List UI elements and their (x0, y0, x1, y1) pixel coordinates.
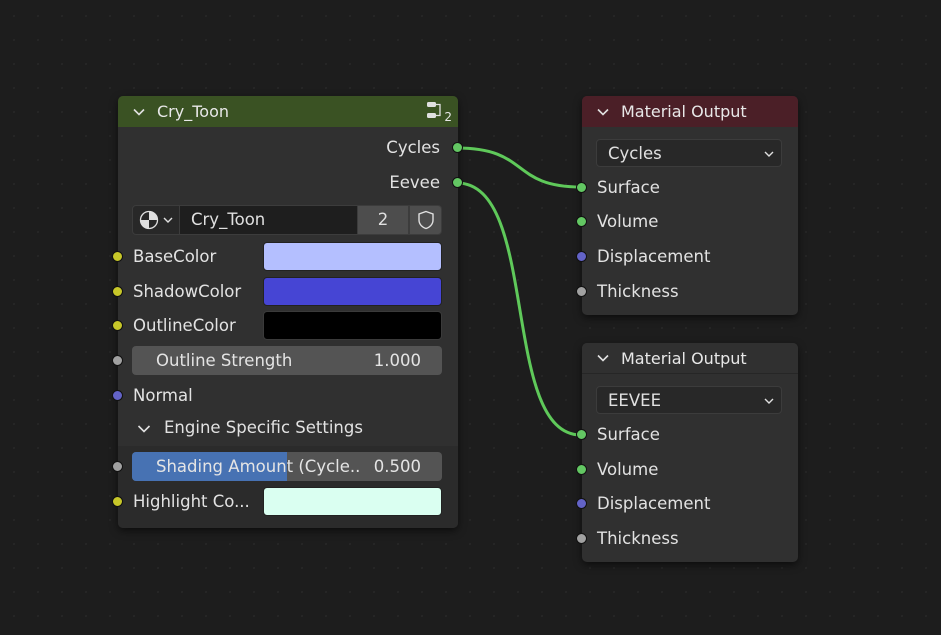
target-value: Cycles (608, 143, 662, 163)
outline-strength-value: 1.000 (373, 351, 421, 370)
link-eevee-to-surface (456, 181, 582, 437)
input-socket-displacement[interactable] (576, 498, 587, 509)
node-title: Cry_Toon (157, 102, 229, 121)
group-node-header[interactable]: Cry_Toon 2 (118, 96, 458, 127)
target-value: EEVEE (608, 390, 661, 410)
highlight-color-swatch[interactable] (263, 487, 442, 516)
chevron-down-icon[interactable] (133, 106, 145, 118)
material-sphere-icon (139, 210, 159, 230)
group-node-cry-toon[interactable]: Cry_Toon 2 Cycles Eevee Cry_Toon 2 BaseC… (112, 96, 463, 528)
input-socket-surface[interactable] (576, 182, 587, 193)
outline-color-swatch[interactable] (263, 311, 442, 340)
shadow-color-swatch[interactable] (263, 277, 442, 306)
displacement-label: Displacement (597, 247, 711, 266)
input-socket-thickness[interactable] (576, 533, 587, 544)
user-count-badge: 2 (444, 110, 452, 124)
panel-body: Shading Amount (Cycle... 0.500 Highlight… (112, 446, 458, 528)
material-browse-button[interactable] (132, 205, 180, 235)
datablock-name: Cry_Toon (191, 210, 266, 229)
input-socket-shading-amount[interactable] (112, 461, 123, 472)
input-socket-highlight-color[interactable] (112, 496, 123, 507)
output-socket-eevee[interactable] (452, 177, 463, 188)
datablock-name-field[interactable]: Cry_Toon (180, 205, 357, 235)
shield-icon (417, 210, 434, 230)
outline-color-label: OutlineColor (133, 316, 236, 335)
shading-amount-value: 0.500 (373, 457, 421, 476)
output-socket-cycles[interactable] (452, 142, 463, 153)
chevron-down-icon (764, 398, 774, 404)
chevron-down-icon (764, 151, 774, 157)
shading-amount-label: Shading Amount (Cycle... (156, 457, 362, 476)
output-cycles-label: Cycles (386, 138, 440, 157)
datablock-selector[interactable]: Cry_Toon 2 (132, 205, 442, 235)
shading-amount-field[interactable]: Shading Amount (Cycle... 0.500 (132, 452, 442, 481)
input-socket-volume[interactable] (576, 464, 587, 475)
node-tree-icon[interactable] (426, 101, 444, 119)
target-dropdown[interactable]: Cycles (596, 139, 782, 167)
link-cycles-to-surface (456, 146, 582, 189)
chevron-down-icon[interactable] (597, 352, 609, 364)
input-socket-volume[interactable] (576, 216, 587, 227)
chevron-down-icon (163, 217, 173, 223)
highlight-color-label: Highlight Co... (133, 492, 250, 511)
surface-label: Surface (597, 178, 660, 197)
target-dropdown[interactable]: EEVEE (596, 386, 782, 414)
material-output-header[interactable]: Material Output (582, 96, 798, 127)
chevron-down-icon[interactable] (597, 106, 609, 118)
input-socket-outline-color[interactable] (112, 320, 123, 331)
node-title: Material Output (621, 348, 747, 368)
base-color-label: BaseColor (133, 247, 217, 266)
input-socket-shadow-color[interactable] (112, 286, 123, 297)
thickness-label: Thickness (597, 529, 679, 548)
material-output-header[interactable]: Material Output (582, 343, 798, 374)
surface-label: Surface (597, 425, 660, 444)
material-output-node-cycles[interactable]: Material Output Cycles Surface Volume Di… (576, 96, 798, 315)
input-socket-surface[interactable] (576, 429, 587, 440)
datablock-user-count[interactable]: 2 (357, 205, 409, 235)
thickness-label: Thickness (597, 282, 679, 301)
panel-label: Engine Specific Settings (164, 418, 363, 437)
input-socket-base-color[interactable] (112, 251, 123, 262)
base-color-swatch[interactable] (263, 242, 442, 271)
input-socket-displacement[interactable] (576, 251, 587, 262)
output-eevee-label: Eevee (389, 173, 440, 192)
outline-strength-field[interactable]: Outline Strength 1.000 (132, 346, 442, 375)
volume-label: Volume (597, 460, 659, 479)
input-socket-normal[interactable] (112, 390, 123, 401)
normal-label: Normal (133, 386, 193, 405)
node-title: Material Output (621, 102, 747, 121)
input-socket-outline-strength[interactable] (112, 355, 123, 366)
fake-user-button[interactable] (409, 205, 442, 235)
panel-engine-specific-settings[interactable]: Engine Specific Settings (118, 412, 458, 446)
outline-strength-label: Outline Strength (156, 351, 293, 370)
volume-label: Volume (597, 212, 659, 231)
input-socket-thickness[interactable] (576, 286, 587, 297)
displacement-label: Displacement (597, 494, 711, 513)
shadow-color-label: ShadowColor (133, 282, 242, 301)
material-output-node-eevee[interactable]: Material Output EEVEE Surface Volume Dis… (576, 343, 798, 562)
chevron-down-icon[interactable] (137, 422, 151, 436)
